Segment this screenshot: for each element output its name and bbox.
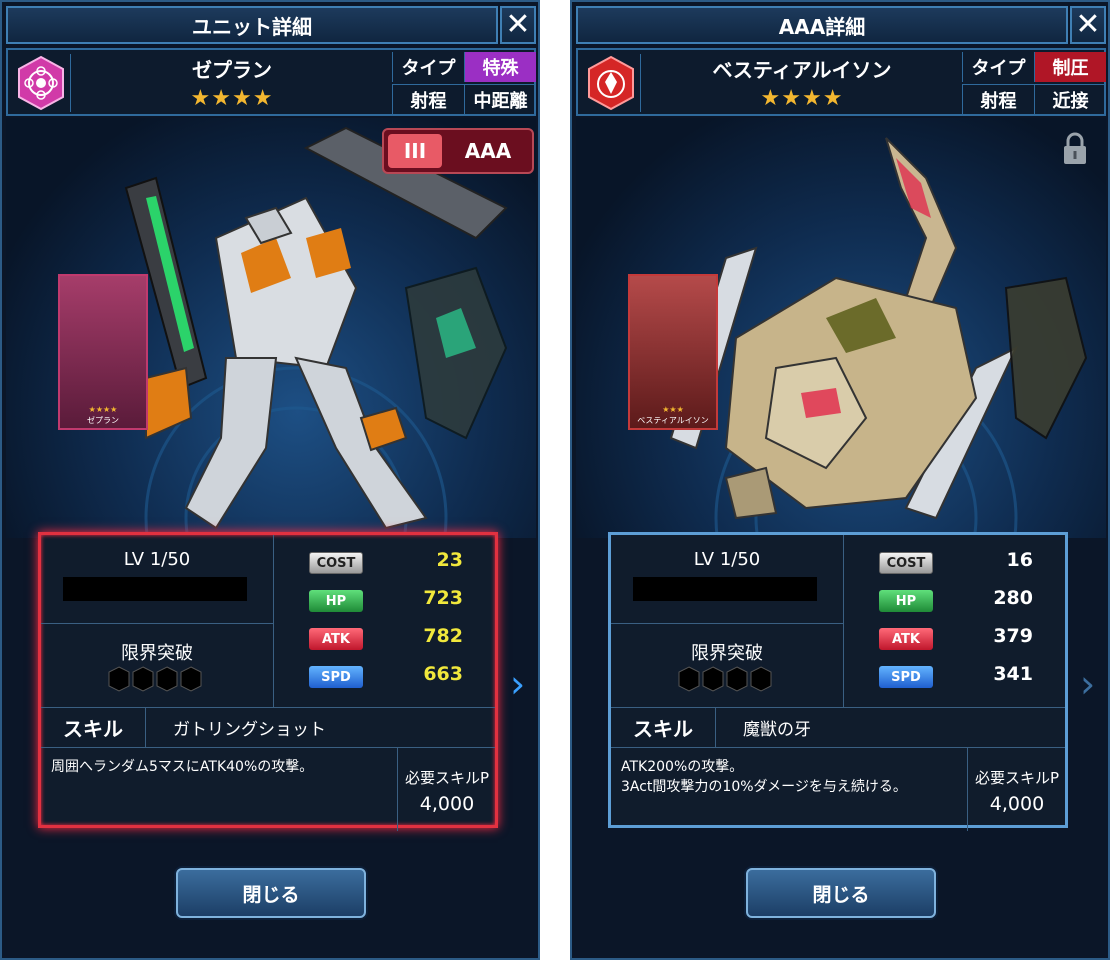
spd-badge: SPD <box>879 666 933 688</box>
panel-title: ユニット詳細 <box>6 6 498 44</box>
unit-artwork: III AAA ★★★★ ゼプラン <box>6 118 536 538</box>
type-label: タイプ <box>962 52 1034 82</box>
unit-name: ベスティアルイソン <box>712 58 892 82</box>
atk-badge: ATK <box>879 628 933 650</box>
skill-description: 周囲へランダム5マスにATK40%の攻撃。 <box>51 757 391 777</box>
rarity-stars: ★★★★ <box>190 86 274 111</box>
unit-header: ベスティアルイソン ★★★★ タイプ 制圧 射程 近接 <box>576 48 1106 116</box>
close-button[interactable]: 閉じる <box>176 868 366 918</box>
hp-badge: HP <box>309 590 363 612</box>
type-emblem-icon <box>12 54 71 112</box>
card-name: ベスティアルイソン <box>637 416 709 425</box>
type-value: 特殊 <box>464 52 536 82</box>
skill-name: 魔獣の牙 <box>743 719 811 740</box>
unit-artwork: ★★★ ベスティアルイソン <box>576 118 1106 538</box>
range-label: 射程 <box>962 84 1034 114</box>
skill-label: スキル <box>41 707 146 747</box>
skill-name: ガトリングショット <box>173 719 326 740</box>
limit-break-hexes <box>107 665 207 697</box>
card-stars: ★★★★ <box>88 405 118 414</box>
limit-break-label: 限界突破 <box>691 643 763 664</box>
next-arrow-icon[interactable]: › <box>510 662 525 706</box>
skill-description: ATK200%の攻撃。 3Act間攻撃力の10%ダメージを与え続ける。 <box>621 757 961 797</box>
limit-break-hexes <box>677 665 777 697</box>
skill-desc-line-1: ATK200%の攻撃。 <box>621 759 744 775</box>
spd-value: 663 <box>423 663 463 685</box>
close-icon[interactable]: ✕ <box>1070 6 1106 44</box>
unit-name: ゼプラン <box>192 58 272 82</box>
level-label: LV 1/50 <box>123 549 191 570</box>
unit-detail-panel: ユニット詳細 ✕ ゼプラン ★★★★ タイプ 特殊 射程 中距離 III AAA… <box>0 0 540 960</box>
rank-text: AAA <box>464 139 512 163</box>
range-value: 近接 <box>1034 84 1106 114</box>
skill-desc-line-2: 3Act間攻撃力の10%ダメージを与え続ける。 <box>621 779 907 795</box>
type-value: 制圧 <box>1034 52 1106 82</box>
atk-badge: ATK <box>309 628 363 650</box>
exp-bar <box>633 577 817 601</box>
exp-bar <box>63 577 247 601</box>
required-skill-points-value: 4,000 <box>419 793 475 815</box>
panel-title: AAA詳細 <box>576 6 1068 44</box>
rank-roman: III <box>388 134 442 168</box>
hp-value: 723 <box>423 587 463 609</box>
skill-label: スキル <box>611 707 716 747</box>
next-arrow-icon[interactable]: › <box>1080 662 1095 706</box>
range-value: 中距離 <box>464 84 536 114</box>
aaa-detail-panel: AAA詳細 ✕ ベスティアルイソン ★★★★ タイプ 制圧 射程 近接 ★★★ … <box>570 0 1110 960</box>
card-name: ゼプラン <box>87 416 119 425</box>
spd-badge: SPD <box>309 666 363 688</box>
close-button[interactable]: 閉じる <box>746 868 936 918</box>
limit-break-label: 限界突破 <box>121 643 193 664</box>
type-label: タイプ <box>392 52 464 82</box>
rarity-stars: ★★★★ <box>760 86 844 111</box>
type-emblem-icon <box>582 54 641 112</box>
cost-value: 16 <box>1006 549 1033 571</box>
atk-value: 379 <box>993 625 1033 647</box>
required-skill-points-label: 必要スキルP <box>974 769 1060 787</box>
card-stars: ★★★ <box>662 405 684 414</box>
unit-card-thumbnail[interactable]: ★★★★ ゼプラン <box>58 274 148 430</box>
skill-desc-line-1: 周囲へランダム5マスにATK40%の攻撃。 <box>51 759 314 775</box>
level-label: LV 1/50 <box>693 549 761 570</box>
spd-value: 341 <box>993 663 1033 685</box>
hp-value: 280 <box>993 587 1033 609</box>
stats-panel: LV 1/50 限界突破 COST 16 HP 280 ATK 379 SPD … <box>608 532 1068 831</box>
close-icon[interactable]: ✕ <box>500 6 536 44</box>
cost-badge: COST <box>879 552 933 574</box>
stats-panel: LV 1/50 限界突破 COST 23 HP 723 ATK 782 SPD … <box>38 532 498 831</box>
atk-value: 782 <box>423 625 463 647</box>
range-label: 射程 <box>392 84 464 114</box>
hp-badge: HP <box>879 590 933 612</box>
cost-badge: COST <box>309 552 363 574</box>
cost-value: 23 <box>436 549 463 571</box>
required-skill-points-label: 必要スキルP <box>404 769 490 787</box>
rank-toggle-button[interactable]: III AAA <box>382 128 534 174</box>
unit-header: ゼプラン ★★★★ タイプ 特殊 射程 中距離 <box>6 48 536 116</box>
unit-card-thumbnail[interactable]: ★★★ ベスティアルイソン <box>628 274 718 430</box>
required-skill-points-value: 4,000 <box>989 793 1045 815</box>
